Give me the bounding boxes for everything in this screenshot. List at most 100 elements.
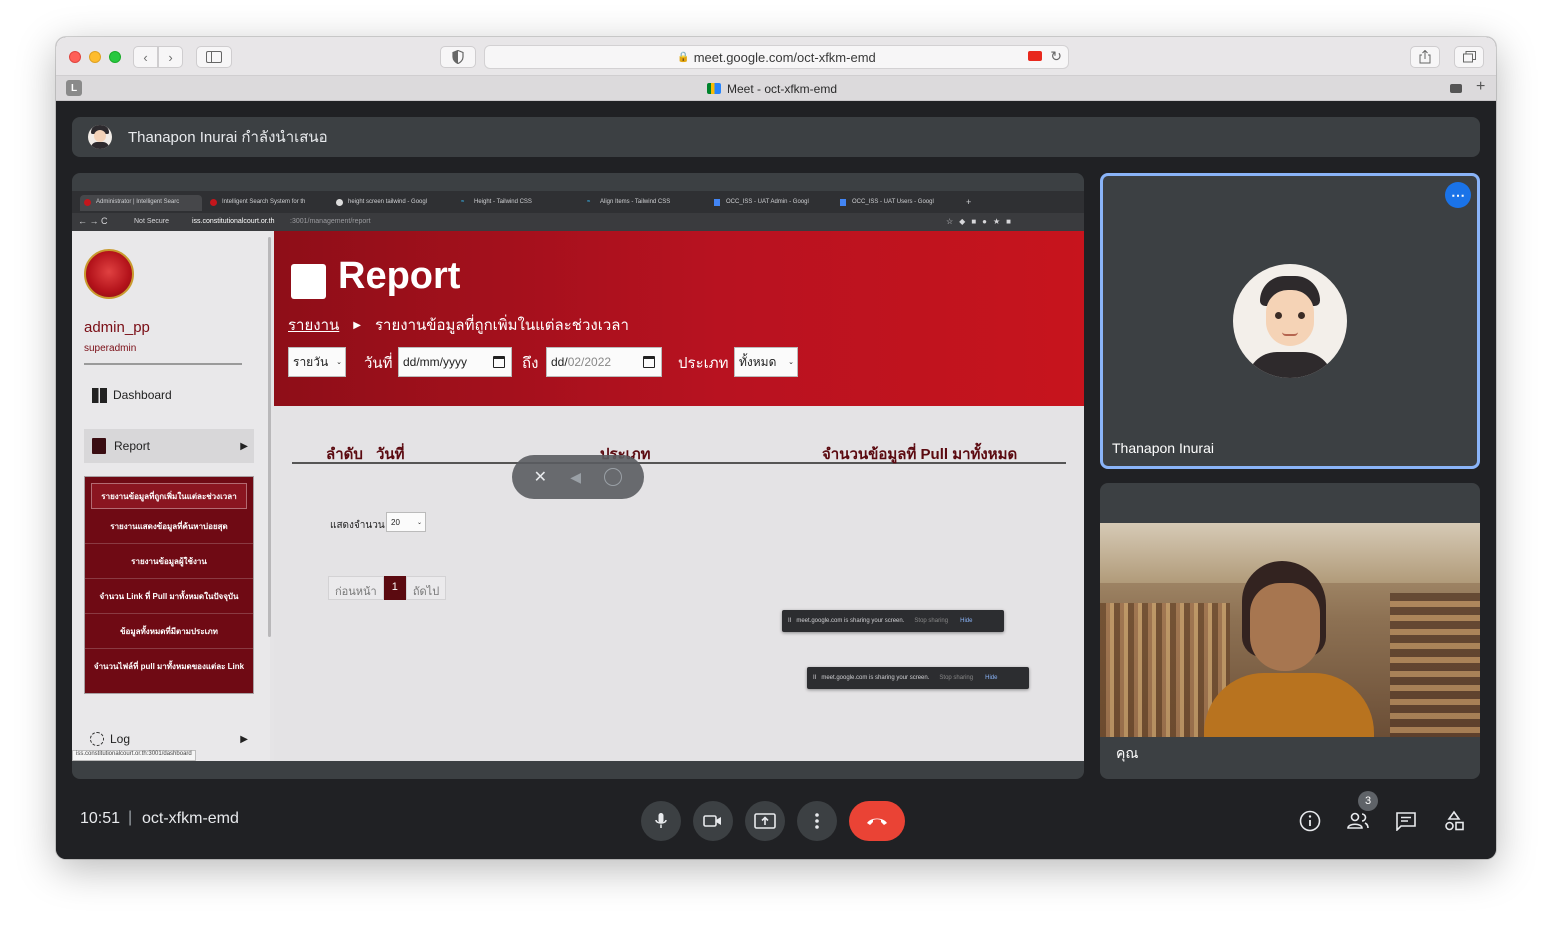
- browser-toolbar: ‹ › 🔒 meet.google.com/oct-xfkm-emd ↻: [56, 37, 1496, 76]
- breadcrumb-current: รายงานข้อมูลที่ถูกเพิ่มในแต่ละช่วงเวลา: [374, 317, 629, 334]
- username: admin_pp: [84, 319, 150, 336]
- new-tab-button[interactable]: +: [1476, 78, 1485, 96]
- page-size-label: แสดงจำนวน: [330, 520, 385, 531]
- participant-tile-self[interactable]: คุณ: [1100, 483, 1480, 779]
- sidebar-item-log[interactable]: Log ▶: [84, 727, 254, 751]
- address-url: meet.google.com/oct-xfkm-emd: [693, 49, 876, 65]
- report-submenu: รายงานข้อมูลที่ถูกเพิ่มในแต่ละช่วงเวลา ร…: [84, 476, 254, 694]
- chevron-left-icon: ‹: [143, 49, 148, 65]
- pin-off-icon[interactable]: ✕: [534, 467, 547, 487]
- presenter-banner-text: Thanapon Inurai กำลังนำเสนอ: [128, 129, 328, 146]
- activities-button[interactable]: [1438, 805, 1470, 837]
- date-label: วันที่: [364, 355, 393, 372]
- microphone-button[interactable]: [641, 801, 681, 841]
- page-title: Report: [338, 255, 461, 297]
- submenu-item[interactable]: ข้อมูลทั้งหมดที่มีตามประเภท: [85, 614, 253, 649]
- current-page-button[interactable]: 1: [383, 576, 406, 600]
- shared-url-path: :3001/management/report: [290, 218, 371, 225]
- address-bar[interactable]: 🔒 meet.google.com/oct-xfkm-emd ↻: [484, 45, 1069, 69]
- mute-tab-icon[interactable]: ◀: [570, 469, 581, 486]
- stop-sharing-button[interactable]: Stop sharing: [914, 618, 948, 624]
- breadcrumb-arrow-icon: ▶: [353, 319, 361, 331]
- col-total: จำนวนข้อมูลที่ Pull มาทั้งหมด: [822, 446, 1018, 463]
- dashboard-icon: [92, 387, 107, 403]
- date-from-input[interactable]: dd/mm/yyyy: [398, 347, 512, 377]
- zoom-window-button[interactable]: [109, 51, 121, 63]
- submenu-item[interactable]: จำนวน Link ที่ Pull มาทั้งหมดในปัจจุบัน: [85, 579, 253, 614]
- submenu-item[interactable]: รายงานข้อมูลที่ถูกเพิ่มในแต่ละช่วงเวลา: [91, 483, 247, 509]
- privacy-shield-button[interactable]: [440, 46, 476, 68]
- meeting-details-button[interactable]: [1294, 805, 1326, 837]
- present-screen-icon: [754, 813, 776, 829]
- more-options-button[interactable]: ⋯: [1445, 182, 1471, 208]
- leave-call-button[interactable]: [849, 801, 905, 841]
- tab-bar: L Meet - oct-xfkm-emd +: [56, 76, 1496, 101]
- remove-icon[interactable]: [604, 468, 623, 486]
- sidebar-item-dashboard[interactable]: Dashboard: [84, 381, 254, 409]
- app-sidebar: admin_pp superadmin Dashboard Report ▶ ร…: [72, 231, 270, 761]
- minimize-window-button[interactable]: [89, 51, 101, 63]
- participant-name: Thanapon Inurai: [1112, 440, 1214, 456]
- sidebar-scrollbar[interactable]: [268, 237, 271, 637]
- camera-button[interactable]: [693, 801, 733, 841]
- self-name: คุณ: [1116, 745, 1139, 761]
- participant-tile-presenter[interactable]: ⋯ Thanapon Inurai: [1100, 173, 1480, 469]
- type-select[interactable]: ทั้งหมด ⌄: [734, 347, 798, 377]
- next-page-button[interactable]: ถัดไป: [405, 576, 447, 600]
- chevron-down-icon: ⌄: [788, 359, 794, 366]
- col-date: วันที่: [376, 446, 405, 463]
- tab-meet[interactable]: Meet - oct-xfkm-emd: [92, 76, 1452, 101]
- submenu-item[interactable]: จำนวนไฟล์ที่ pull มาทั้งหมดของแต่ละ Link: [85, 649, 253, 684]
- shared-url: iss.constitutionalcourt.or.th: [192, 218, 275, 225]
- table-header: ลำดับ วันที่ ประเภท จำนวนข้อมูลที่ Pull …: [292, 436, 1066, 464]
- presenter-banner: Thanapon Inurai กำลังนำเสนอ: [72, 117, 1480, 157]
- sidebar-item-report[interactable]: Report ▶: [84, 429, 254, 463]
- forward-button[interactable]: ›: [158, 46, 183, 68]
- camera-in-use-icon[interactable]: [1028, 51, 1042, 61]
- shared-screen: Administrator | Intelligent Searc Intell…: [72, 173, 1084, 779]
- submenu-item[interactable]: รายงานแสดงข้อมูลที่ค้นหาบ่อยสุด: [85, 509, 253, 544]
- type-label: ประเภท: [678, 355, 729, 372]
- participants-count-badge: 3: [1358, 791, 1378, 811]
- browser-window: ‹ › 🔒 meet.google.com/oct-xfkm-emd ↻ L M…: [56, 37, 1496, 859]
- period-select[interactable]: รายวัน ⌄: [288, 347, 346, 377]
- people-icon: [1347, 812, 1369, 829]
- pause-icon: II: [813, 675, 817, 681]
- people-button[interactable]: 3: [1342, 791, 1378, 837]
- report-header: Report รายงาน ▶ รายงานข้อมูลที่ถูกเพิ่มใ…: [274, 231, 1084, 406]
- calendar-icon: [493, 356, 505, 368]
- hide-button[interactable]: Hide: [960, 618, 972, 624]
- shared-tab: height screen tailwind - Googl: [332, 196, 454, 210]
- more-options-menu-button[interactable]: [797, 801, 837, 841]
- clock-time: 10:51: [80, 810, 121, 827]
- stop-sharing-button[interactable]: Stop sharing: [939, 675, 973, 681]
- breadcrumb-link[interactable]: รายงาน: [288, 313, 339, 337]
- back-button[interactable]: ‹: [133, 46, 158, 68]
- court-logo: [84, 249, 134, 299]
- not-secure-label: Not Secure: [134, 218, 170, 225]
- chevron-down-icon: ⌄: [336, 359, 342, 366]
- activities-icon: [1445, 810, 1464, 831]
- caret-right-icon: ▶: [240, 733, 248, 745]
- profile-badge[interactable]: L: [66, 80, 82, 96]
- shield-icon: [452, 50, 464, 64]
- meet-app: Thanapon Inurai กำลังนำเสนอ Administrato…: [56, 101, 1496, 859]
- microphone-icon: [655, 813, 667, 828]
- tabs-icon: [1462, 51, 1476, 63]
- presentation-overlay: ✕ ◀: [512, 455, 644, 499]
- close-window-button[interactable]: [69, 51, 81, 63]
- submenu-item[interactable]: รายงานข้อมูลผู้ใช้งาน: [85, 544, 253, 579]
- reload-icon[interactable]: ↻: [1050, 48, 1062, 65]
- page-size-select[interactable]: 20 ⌄: [386, 512, 426, 532]
- chat-button[interactable]: [1390, 805, 1422, 837]
- sidebar-toggle-button[interactable]: [196, 46, 232, 68]
- hide-button[interactable]: Hide: [985, 675, 997, 681]
- camera-tab-icon: [1450, 84, 1462, 93]
- present-screen-button[interactable]: [745, 801, 785, 841]
- hang-up-icon: [867, 818, 887, 825]
- share-button[interactable]: [1410, 46, 1440, 68]
- screen-share-notice: II meet.google.com is sharing your scree…: [782, 610, 1004, 632]
- date-to-input[interactable]: dd/02/2022: [546, 347, 662, 377]
- prev-page-button[interactable]: ก่อนหน้า: [328, 576, 384, 600]
- tab-overview-button[interactable]: [1454, 46, 1484, 68]
